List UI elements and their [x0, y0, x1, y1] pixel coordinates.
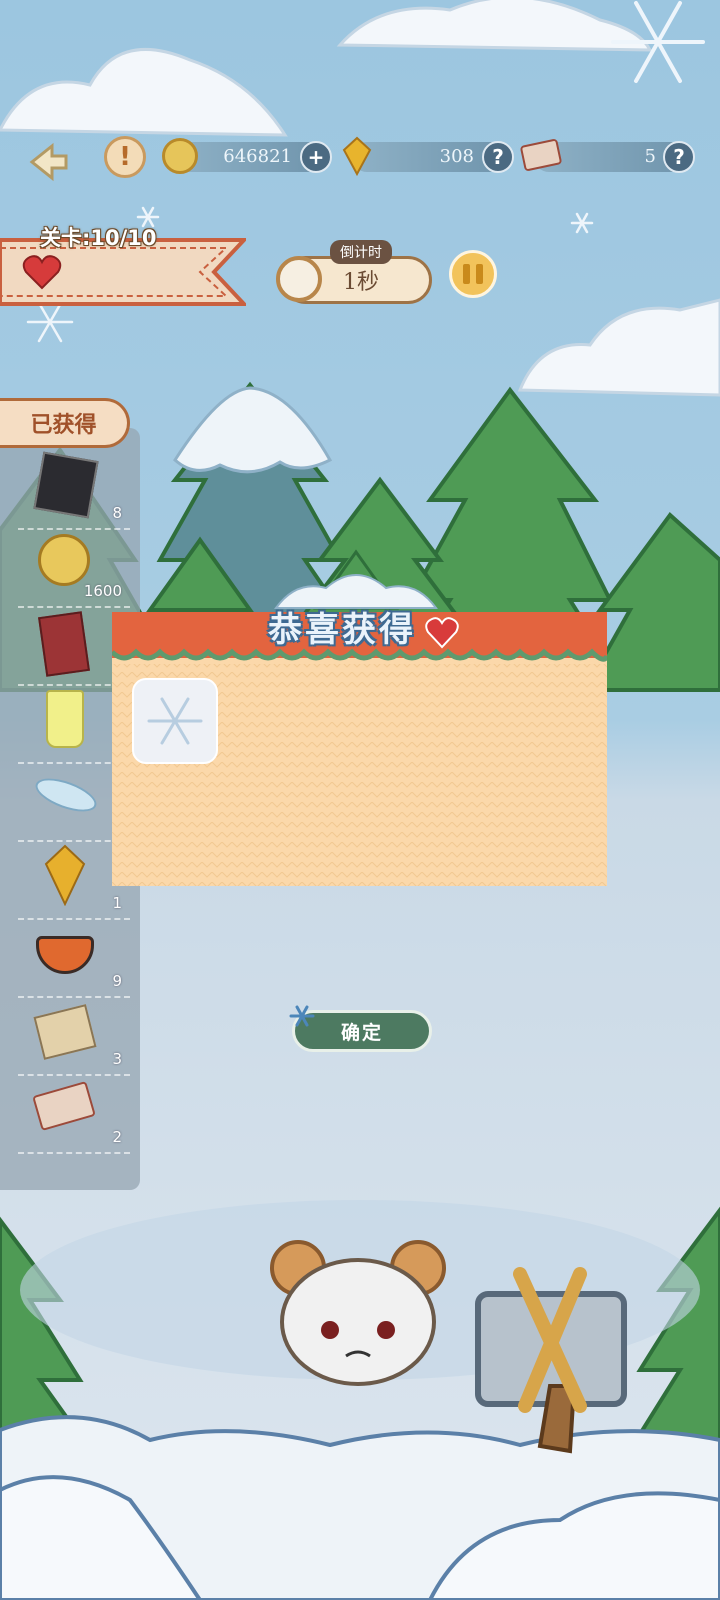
- stopwatch-icon: [276, 256, 322, 302]
- item-count: 1600: [83, 582, 122, 600]
- mitten-icon: [425, 617, 459, 649]
- crystal-icon: [342, 136, 372, 176]
- crystal-help-button[interactable]: ?: [482, 141, 514, 173]
- ticket-icon: [32, 1080, 96, 1132]
- list-item: 2: [18, 1074, 130, 1154]
- gold-coin-icon: [38, 534, 90, 586]
- pause-button[interactable]: [449, 250, 497, 298]
- snowflake-icon: [289, 1005, 315, 1027]
- red-book-icon: [38, 611, 90, 677]
- coin-icon: [162, 138, 198, 174]
- snowy-roof-decoration: [274, 549, 438, 610]
- ticket-amount: 5: [644, 146, 656, 167]
- list-item: 1600: [18, 528, 130, 608]
- heart-icon: [22, 255, 62, 290]
- pause-icon: [463, 264, 470, 284]
- crystal-amount: 308: [439, 146, 474, 167]
- slingshot[interactable]: [470, 1266, 630, 1466]
- popup-title: 恭喜获得: [268, 610, 416, 650]
- back-arrow-icon: [29, 142, 68, 182]
- food-bowl-icon: [36, 936, 94, 974]
- back-button[interactable]: [24, 138, 72, 186]
- list-item: 9: [18, 918, 130, 998]
- level-label: 关卡:10/10: [40, 226, 157, 250]
- item-count: 3: [112, 1050, 122, 1068]
- info-button[interactable]: !: [104, 136, 146, 178]
- item-count: 8: [112, 504, 122, 522]
- feather-icon: [31, 771, 101, 819]
- obtained-tab[interactable]: 已获得: [0, 398, 130, 448]
- coin-amount: 646821: [223, 146, 292, 167]
- lemon-drink-icon: [46, 690, 84, 748]
- add-coins-button[interactable]: +: [300, 141, 332, 173]
- timer-heading: 倒计时: [330, 240, 392, 264]
- black-card-icon: [33, 451, 99, 519]
- reward-slot[interactable]: [132, 678, 218, 764]
- item-count: 9: [112, 972, 122, 990]
- item-count: 1: [112, 894, 122, 912]
- snowflake-icon: [147, 697, 203, 745]
- timer-value: 1秒: [343, 270, 379, 295]
- ticket-help-button[interactable]: ?: [663, 141, 695, 173]
- item-count: 2: [112, 1128, 122, 1146]
- list-item: 3: [18, 996, 130, 1076]
- gold-crystal-icon: [44, 844, 86, 906]
- list-item: 8: [18, 450, 130, 530]
- old-paper-icon: [33, 1004, 97, 1060]
- exclamation-icon: !: [119, 142, 131, 172]
- character-avatar: [270, 1240, 446, 1386]
